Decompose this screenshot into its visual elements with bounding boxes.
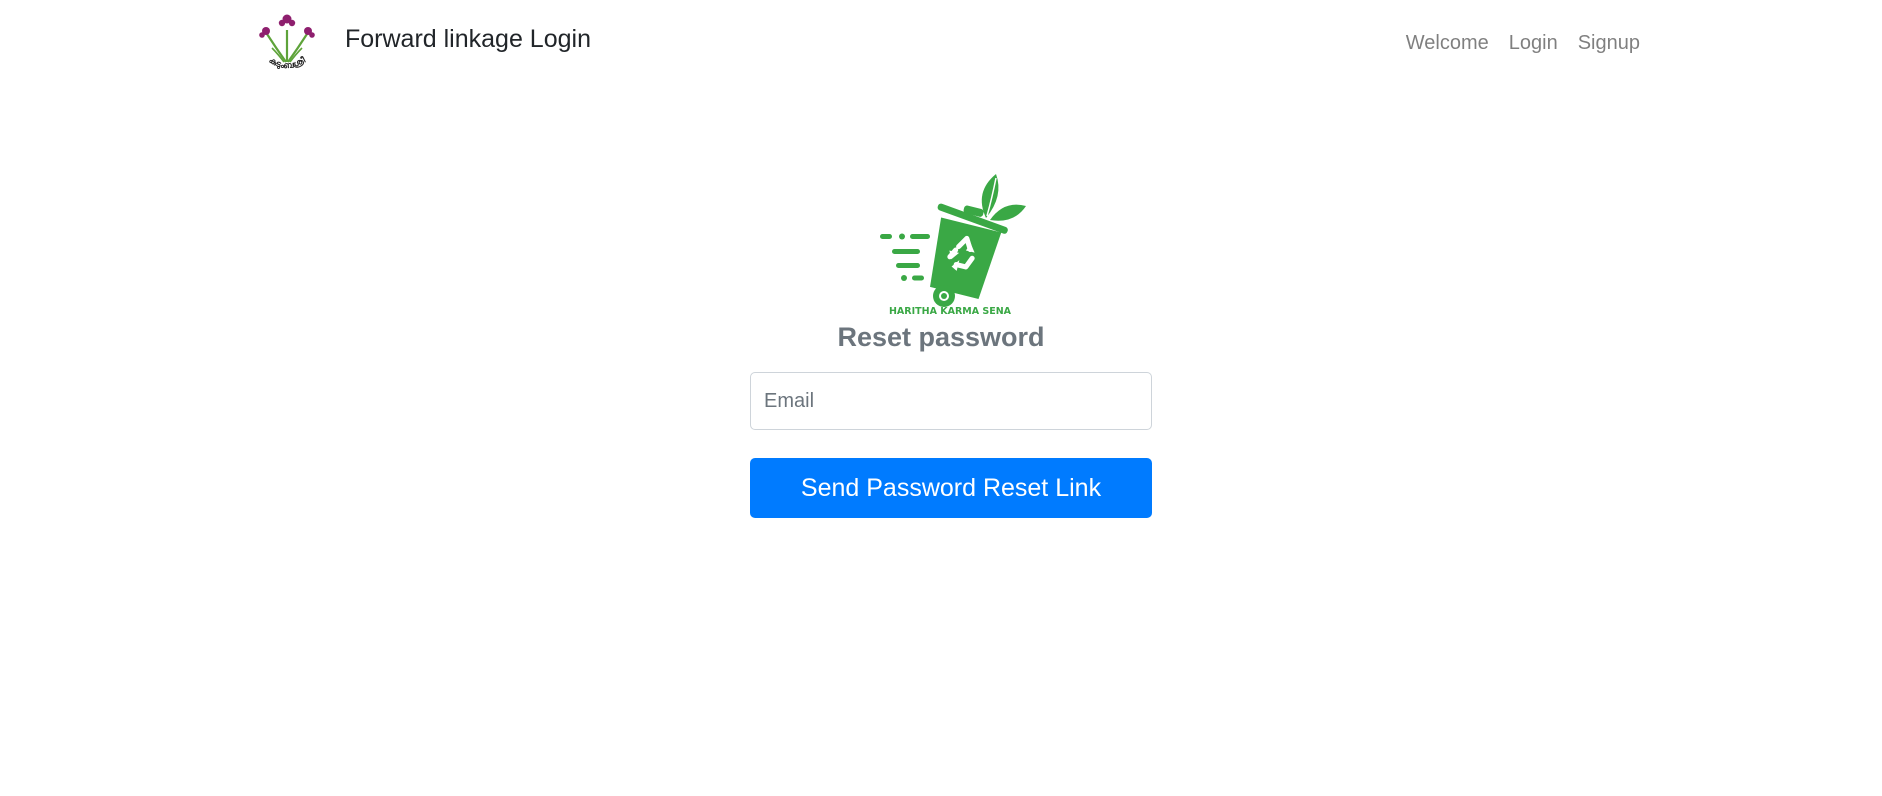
nav-link-signup[interactable]: Signup <box>1578 32 1640 55</box>
nav-link-login[interactable]: Login <box>1509 32 1558 55</box>
kudumbashree-flower-icon: കുടുംബശ്രീ <box>259 14 315 72</box>
brand-logo[interactable]: കുടുംബശ്രീ <box>256 12 318 76</box>
send-reset-link-button[interactable]: Send Password Reset Link <box>750 458 1152 518</box>
nav-link-welcome[interactable]: Welcome <box>1406 32 1489 55</box>
nav-links: Welcome Login Signup <box>1406 32 1640 55</box>
haritha-karma-sena-logo: HARITHA KARMA SENA <box>874 156 1026 317</box>
recycle-bin-leaf-icon: HARITHA KARMA SENA <box>880 174 1026 317</box>
email-input[interactable] <box>750 372 1152 430</box>
brand-title[interactable]: Forward linkage Login <box>345 25 591 54</box>
navbar: കുടുംബശ്രീ Forward linkage Login Welcome… <box>0 0 1882 90</box>
logo-caption: HARITHA KARMA SENA <box>889 306 1012 316</box>
page-title: Reset password <box>837 322 1045 352</box>
